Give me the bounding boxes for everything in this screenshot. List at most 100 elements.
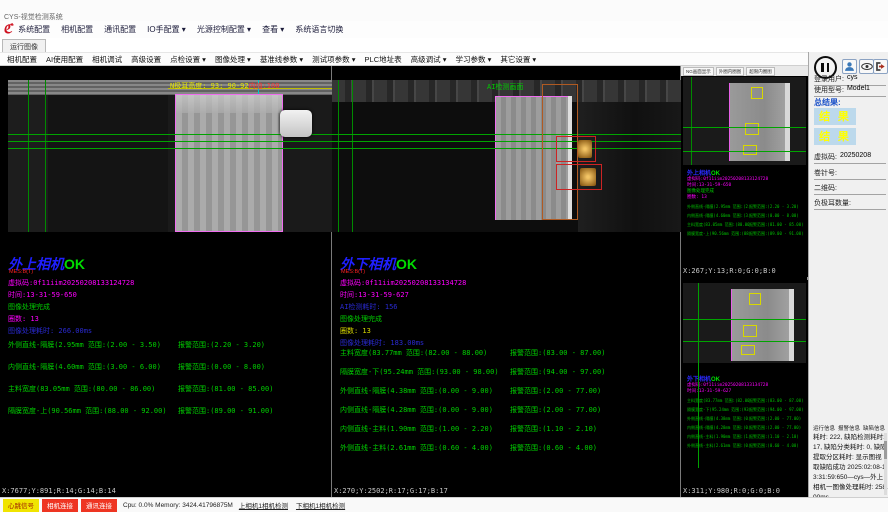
menu-item[interactable]: 相机配置 (61, 24, 93, 35)
mini-tab[interactable]: 超限内圈图 (746, 67, 775, 76)
toolbar-item[interactable]: 相机配置 (7, 54, 37, 65)
mini-image-top[interactable] (683, 77, 806, 165)
menu-item[interactable]: 查看 ▾ (262, 24, 284, 35)
mini-view-bottom[interactable]: 外下相机OK 虚拟码:0f11iim20250208133134728 时间:1… (681, 280, 808, 497)
toolbar-item[interactable]: 其它设置 ▾ (500, 54, 536, 65)
login-user-value: cys (847, 74, 858, 84)
eye-icon (861, 62, 873, 71)
logout-button[interactable] (873, 59, 888, 74)
menu-item[interactable]: 系统配置 (18, 24, 50, 35)
info-tab[interactable]: 运行信息 (813, 424, 835, 432)
measurement-row: 内侧直线-隔膜(4.60mm 范围:(3.00 - 6.00)报警范围:(0.0… (8, 362, 327, 384)
log-scrollbar[interactable] (884, 433, 887, 495)
mini-tab[interactable]: NG画面显示 (683, 67, 714, 76)
mini-info-lines: 虚拟码:0f11iim20250208133124728 时间:13-31-59… (687, 177, 768, 201)
toolbar-item[interactable]: 学习参数 ▾ (455, 54, 491, 65)
menu-items: 系统配置相机配置通讯配置 IO手配置 ▾ 光源控制配置 ▾ 查看 ▾ 系统语言切换 (18, 24, 343, 35)
done-line: 图像处理完成 (8, 301, 134, 313)
cell-block-region (731, 289, 791, 361)
toolbar-item[interactable]: 高级调试 ▾ (411, 54, 447, 65)
toolbar-item[interactable]: 点检设置 ▾ (170, 54, 206, 65)
main-area: N极耳高度: 93: 90-92内值:100 外上相机OK MES:B(T) 虚… (0, 66, 808, 497)
measurement-row: 内侧直线-主料(1.90mm 范围:(1.00 - 2.20)报警范围:(1.1… (687, 434, 805, 443)
roi-box-yellow (749, 293, 761, 305)
measurement-rows: 外侧直线-隔膜(2.95mm 范围:(2.00 - 3.50)报警范围:(2.2… (8, 340, 327, 428)
toolbar-items: 相机配置 AI使用配置相机调试高级设置点检设置 ▾ 图像处理 ▾ 基准线参数 ▾ 测试项… (7, 54, 536, 65)
view-button[interactable] (859, 59, 874, 74)
mini-measurement-rows: 外侧直线-隔膜(2.95mm 范围:(2.00 - 3.50)报警范围:(2.2… (687, 204, 805, 240)
camera-info-lines: 虚拟码:0f11iim20250208133124728 时间:13-31-59… (8, 277, 134, 337)
menu-item[interactable]: 通讯配置 (104, 24, 136, 35)
status-link[interactable]: 下相机1相机检测 (296, 500, 345, 510)
mini-image-bottom[interactable] (683, 283, 806, 363)
toolbar-item[interactable]: 高级设置 (131, 54, 161, 65)
status-badges: 心跳信号相机连接通讯连接 (3, 499, 117, 512)
camera-view-lower-outer[interactable]: AI检测画面 外下相机OK MES:B(T) 虚拟码:0f11iim202502… (332, 66, 681, 497)
barcode-line: 虚拟码:0f11iim20250208133134728 (340, 277, 466, 289)
toolbar-item[interactable]: PLC地址表 (365, 54, 402, 65)
mini-view-top[interactable]: NG画面显示外圈内圈图超限内圈图 外上相机OK 虚拟码:0f11iim20250… (681, 66, 808, 277)
measure-overlay-text: N极耳高度: 93: 90-92内值:100 (170, 81, 279, 91)
reference-line-vertical (338, 80, 339, 232)
camera-info-lines: 虚拟码:0f11iim20250208133134728 时间:13-31-59… (340, 277, 466, 349)
measurement-row: 外侧直线-隔膜(4.38mm 范围:(0.00 - 9.00)报警范围:(2.0… (340, 386, 676, 405)
toolbar-item[interactable]: 图像处理 ▾ (215, 54, 251, 65)
time-line: 时间:13-31-59-650 (8, 289, 134, 301)
menu-item[interactable]: IO手配置 ▾ (147, 24, 186, 35)
roi-box-yellow (751, 87, 763, 99)
reference-line-horizontal (683, 341, 806, 342)
needle-label: 卷针号: (814, 168, 837, 178)
reference-line-vertical (45, 80, 46, 232)
status-bar: 心跳信号相机连接通讯连接 Cpu: 0.0% Memory: 3424.4179… (0, 497, 888, 512)
measurement-row: 主料宽度(83.77mm 范围:(82.00 - 88.00)报警范围:(83.… (687, 398, 805, 407)
reference-line-horizontal (332, 134, 681, 135)
cursor-status-left: X:7677;Y:891;R:14;G:14;B:14 (0, 487, 331, 497)
model-label: 使用型号: (814, 85, 844, 95)
tab-row: 运行图像 (0, 38, 888, 52)
measurement-row: 主料宽度(83.77mm 范围:(82.00 - 88.00)报警范围:(83.… (340, 348, 676, 367)
mini-tab[interactable]: 外圈内圈图 (716, 67, 745, 76)
info-tab[interactable]: 报警信息 (838, 424, 860, 432)
reference-line-horizontal (8, 141, 332, 142)
user-button[interactable] (842, 59, 857, 74)
measurement-row: 内侧直线-隔膜(4.28mm 范围:(0.00 - 9.00)报警范围:(2.0… (687, 425, 805, 434)
measurement-row: 外侧直线-主料(2.61mm 范围:(0.60 - 4.00)报警范围:(0.6… (687, 443, 805, 452)
mini-result-title: 外上相机OK (687, 168, 720, 177)
roi-box-yellow (745, 123, 759, 135)
menu-item[interactable]: 系统语言切换 (295, 24, 343, 35)
toolbar: 相机配置 AI使用配置相机调试高级设置点检设置 ▾ 图像处理 ▾ 基准线参数 ▾ 测试项… (0, 52, 888, 66)
toolbar-item[interactable]: 测试项参数 ▾ (312, 54, 355, 65)
toolbar-item[interactable]: 基准线参数 ▾ (260, 54, 303, 65)
camera-view-upper-outer[interactable]: N极耳高度: 93: 90-92内值:100 外上相机OK MES:B(T) 虚… (0, 66, 332, 497)
reference-line-horizontal (683, 319, 806, 320)
toolbar-item[interactable]: 相机调试 (92, 54, 122, 65)
camera-image-left[interactable]: N极耳高度: 93: 90-92内值:100 (8, 80, 332, 232)
scrollbar-thumb[interactable] (884, 441, 887, 459)
qr-label: 二维码: (814, 183, 837, 193)
info-tab[interactable]: 缺陷信息 (863, 424, 885, 432)
measurement-row: 内侧直线-隔膜(4.28mm 范围:(0.00 - 9.00)报警范围:(2.0… (340, 405, 676, 424)
measurement-row: 隔膜宽度-上(90.56mm 范围:(88.00 - 92.00)报警范围:(8… (687, 231, 805, 240)
cursor-status-mini-bottom: X:311;Y:980;R:0;G:0;B:0 (681, 487, 808, 497)
reference-line-horizontal (683, 151, 806, 152)
cell-block-region (175, 94, 283, 232)
menu-item[interactable]: 光源控制配置 ▾ (197, 24, 251, 35)
app-logo-icon: ℭ (3, 22, 12, 37)
measurement-row: 内侧直线-隔膜(4.60mm 范围:(3.00 - 6.00)报警范围:(0.0… (687, 213, 805, 222)
reference-line-horizontal (332, 141, 681, 142)
roi-box-yellow (743, 325, 757, 337)
camera-image-mid[interactable]: AI检测画面 (332, 80, 681, 232)
toolbar-item[interactable]: AI使用配置 (46, 54, 83, 65)
title-bar: CYS-视觉检测系统 (0, 0, 888, 21)
login-user-label: 登录用户: (814, 74, 844, 84)
done-line: 图像处理完成 (340, 313, 466, 325)
cursor-status-mini-top: X:267;Y:13;R:0;G:0;B:0 (681, 267, 808, 277)
status-link[interactable]: 上相机1相机检测 (239, 500, 288, 510)
status-badge: 心跳信号 (3, 499, 39, 512)
measurement-row: 主料宽度(83.05mm 范围:(80.00 - 86.00)报警范围:(81.… (687, 222, 805, 231)
result-ok-badge: OK (396, 256, 417, 272)
measurement-row: 隔膜宽度-下(95.24mm 范围:(93.00 - 98.00)报警范围:(9… (687, 407, 805, 416)
measurement-row: 外侧直线-主料(2.61mm 范围:(0.60 - 4.00)报警范围:(0.6… (340, 443, 676, 462)
status-badge: 通讯连接 (81, 499, 117, 512)
measurement-row: 隔膜宽度-上(90.56mm 范围:(88.00 - 92.00)报警范围:(8… (8, 406, 327, 428)
